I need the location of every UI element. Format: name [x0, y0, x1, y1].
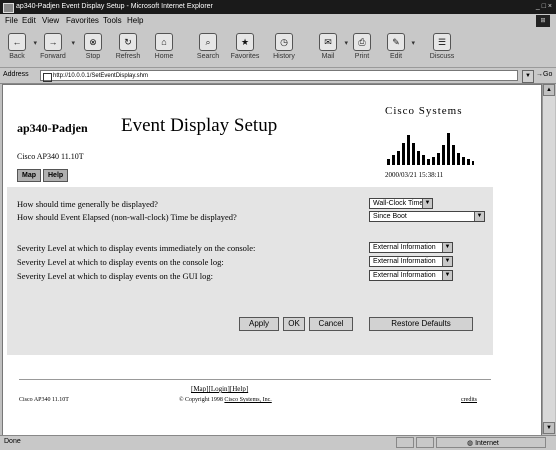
go-button[interactable]: →Go: [536, 71, 552, 78]
search-icon: ⌕: [199, 33, 217, 51]
forward-button[interactable]: → Forward ▾: [38, 33, 75, 65]
print-icon: ⎙: [353, 33, 371, 51]
ie-app-icon: [3, 3, 14, 13]
menu-edit[interactable]: Edit: [22, 16, 36, 25]
favorites-button[interactable]: ★ Favorites: [227, 33, 263, 65]
menu-file[interactable]: File: [5, 16, 18, 25]
status-text: Done: [4, 438, 21, 445]
menu-view[interactable]: View: [42, 16, 59, 25]
divider: [19, 379, 491, 380]
cisco-link[interactable]: Cisco Systems, Inc.: [224, 397, 271, 403]
timestamp: 2000/03/21 15:38:11: [385, 171, 444, 179]
device-name: ap340-Padjen: [17, 121, 88, 135]
menu-help[interactable]: Help: [127, 16, 143, 25]
question-time-display: How should time generally be displayed?: [17, 199, 158, 209]
footer-nav-links[interactable]: [Map][Login][Help]: [191, 385, 248, 393]
dropdown-arrow-icon[interactable]: ▾: [71, 39, 75, 47]
stop-icon: ⊗: [84, 33, 102, 51]
gui-log-severity-select[interactable]: External Information ▼: [369, 270, 453, 281]
print-button[interactable]: ⎙ Print: [350, 33, 374, 65]
status-bar: Done ◍ Internet: [0, 435, 556, 450]
back-button[interactable]: ← Back ▾: [4, 33, 37, 65]
scroll-up-icon[interactable]: ▲: [543, 84, 555, 96]
window-title-bar: ap340-Padjen Event Display Setup - Micro…: [0, 0, 556, 14]
globe-icon: ◍: [467, 440, 476, 447]
question-console-log-severity: Severity Level at which to display event…: [17, 257, 224, 267]
question-console-severity: Severity Level at which to display event…: [17, 243, 256, 253]
windows-flag-icon: ⊞: [536, 15, 550, 27]
ok-button[interactable]: OK: [283, 317, 305, 331]
brand-name: Cisco Systems: [385, 105, 463, 117]
history-button[interactable]: ◷ History: [268, 33, 300, 65]
credits-link[interactable]: credits: [461, 397, 477, 403]
console-severity-select[interactable]: External Information ▼: [369, 242, 453, 253]
chevron-down-icon: ▼: [442, 271, 452, 280]
menu-favorites[interactable]: Favorites: [66, 16, 99, 25]
stop-button[interactable]: ⊗ Stop: [80, 33, 106, 65]
page-title: Event Display Setup: [121, 115, 278, 136]
chevron-down-icon: ▼: [422, 199, 432, 208]
back-arrow-icon: ←: [8, 33, 26, 51]
question-gui-log-severity: Severity Level at which to display event…: [17, 271, 213, 281]
address-url: http://10.0.0.1/SetEventDisplay.shm: [53, 73, 148, 79]
status-segment: [396, 437, 414, 448]
restore-defaults-button[interactable]: Restore Defaults: [369, 317, 473, 331]
dropdown-arrow-icon[interactable]: ▾: [411, 39, 415, 47]
history-icon: ◷: [275, 33, 293, 51]
search-button[interactable]: ⌕ Search: [193, 33, 223, 65]
address-label: Address: [3, 71, 29, 78]
cancel-button[interactable]: Cancel: [309, 317, 353, 331]
window-title: ap340-Padjen Event Display Setup - Micro…: [16, 3, 213, 10]
discuss-button[interactable]: ☰ Discuss: [426, 33, 458, 65]
time-display-select[interactable]: Wall-Clock Time ▼: [369, 198, 433, 209]
address-bar: Address http://10.0.0.1/SetEventDisplay.…: [0, 68, 556, 84]
chevron-down-icon: ▼: [442, 257, 452, 266]
cisco-logo: Cisco Systems: [385, 105, 495, 167]
bridge-logo-graphic: [387, 133, 474, 165]
page-icon: [43, 73, 52, 82]
elapsed-time-select[interactable]: Since Boot ▼: [369, 211, 485, 222]
chevron-down-icon: ▼: [442, 243, 452, 252]
security-zone: ◍ Internet: [436, 437, 546, 448]
window-controls[interactable]: _ □ ×: [536, 0, 552, 14]
edit-icon: ✎: [387, 33, 405, 51]
help-button[interactable]: Help: [43, 169, 69, 182]
menu-bar: File Edit View Favorites Tools Help ⊞: [0, 14, 556, 29]
address-dropdown-button[interactable]: ▼: [522, 70, 534, 83]
footer-model: Cisco AP340 11.10T: [19, 397, 69, 403]
discuss-icon: ☰: [433, 33, 451, 51]
nav-button-row: Map Help: [17, 169, 70, 182]
refresh-button[interactable]: ↻ Refresh: [112, 33, 144, 65]
page-content: ap340-Padjen Event Display Setup Cisco A…: [2, 84, 542, 436]
map-button[interactable]: Map: [17, 169, 41, 182]
apply-button[interactable]: Apply: [239, 317, 279, 331]
mail-button[interactable]: ✉ Mail ▾: [315, 33, 348, 65]
console-log-severity-select[interactable]: External Information ▼: [369, 256, 453, 267]
edit-button[interactable]: ✎ Edit ▾: [384, 33, 415, 65]
status-segment: [416, 437, 434, 448]
vertical-scrollbar[interactable]: ▲ ▼: [542, 84, 555, 434]
footer-copyright: © Copyright 1998 Cisco Systems, Inc.: [179, 397, 272, 403]
scroll-down-icon[interactable]: ▼: [543, 422, 555, 434]
chevron-down-icon: ▼: [474, 212, 484, 221]
question-elapsed-time: How should Event Elapsed (non-wall-clock…: [17, 212, 237, 222]
model-line: Cisco AP340 11.10T: [17, 152, 84, 161]
mail-icon: ✉: [319, 33, 337, 51]
dropdown-arrow-icon[interactable]: ▾: [344, 39, 348, 47]
home-icon: ⌂: [155, 33, 173, 51]
toolbar: ← Back ▾ → Forward ▾ ⊗ Stop ↻ Refresh ⌂ …: [0, 29, 556, 68]
dropdown-arrow-icon[interactable]: ▾: [33, 39, 37, 47]
address-input[interactable]: http://10.0.0.1/SetEventDisplay.shm: [40, 70, 518, 82]
favorites-icon: ★: [236, 33, 254, 51]
home-button[interactable]: ⌂ Home: [150, 33, 178, 65]
forward-arrow-icon: →: [44, 33, 62, 51]
menu-tools[interactable]: Tools: [103, 16, 122, 25]
refresh-icon: ↻: [119, 33, 137, 51]
